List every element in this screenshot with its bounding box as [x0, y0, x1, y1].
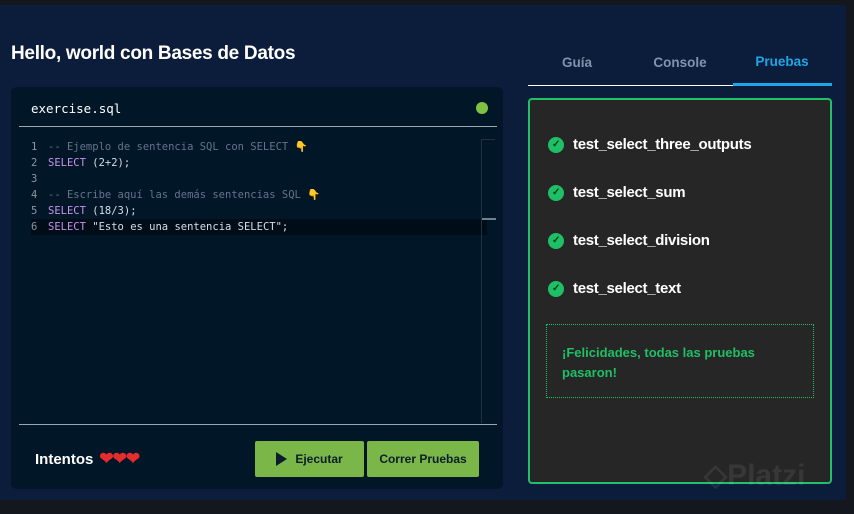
- test-name: test_select_division: [573, 232, 710, 249]
- platzi-watermark: ◇Platzi: [704, 459, 806, 492]
- line-number: 6: [31, 221, 38, 233]
- active-tab-indicator: [733, 83, 832, 86]
- code-token: SELECT: [48, 157, 86, 169]
- test-name: test_select_sum: [573, 184, 686, 201]
- code-line[interactable]: 4 -- Escribe aquí las demás sentencias SQ…: [31, 187, 487, 203]
- scrollbar[interactable]: [481, 139, 496, 423]
- divider: [19, 126, 497, 127]
- code-token: (2+2);: [85, 157, 131, 169]
- tab-console[interactable]: Console: [653, 55, 706, 70]
- status-dot: [476, 102, 488, 114]
- code-editor: exercise.sql 1 -- Ejemplo de sentencia SQ…: [11, 87, 503, 489]
- success-message: ¡Felicidades, todas las pruebas pasaron!: [546, 324, 814, 398]
- scrollbar-thumb[interactable]: [482, 218, 496, 220]
- code-token: (18/3);: [85, 205, 137, 217]
- page-title: Hello, world con Bases de Datos: [11, 43, 296, 64]
- tab-pruebas[interactable]: Pruebas: [755, 54, 808, 69]
- line-number: 3: [31, 173, 38, 185]
- run-tests-label: Correr Pruebas: [379, 452, 467, 466]
- code-area[interactable]: 1 -- Ejemplo de sentencia SQL con SELECT …: [31, 139, 487, 235]
- line-number: 1: [31, 141, 38, 153]
- code-line[interactable]: 3: [31, 171, 487, 187]
- code-token: -- Escribe aquí las demás sentencias SQL…: [48, 189, 321, 201]
- line-number: 4: [31, 189, 38, 201]
- check-circle-icon: ✓: [548, 280, 564, 297]
- code-line[interactable]: 5 SELECT (18/3);: [31, 203, 487, 219]
- run-tests-button[interactable]: Correr Pruebas: [367, 441, 479, 477]
- test-item: ✓ test_select_text: [548, 280, 681, 297]
- code-token: SELECT: [48, 221, 86, 233]
- test-item: ✓ test_select_sum: [548, 184, 686, 201]
- code-token: -- Ejemplo de sentencia SQL con SELECT 👇: [48, 141, 308, 153]
- code-line[interactable]: 2 SELECT (2+2);: [31, 155, 487, 171]
- test-item: ✓ test_select_three_outputs: [548, 136, 752, 153]
- line-number: 2: [31, 157, 38, 169]
- run-label: Ejecutar: [295, 452, 343, 466]
- play-icon: [276, 452, 288, 466]
- attempts-label: Intentos: [35, 450, 94, 468]
- attempts: Intentos ❤❤❤: [35, 449, 140, 469]
- line-number: 5: [31, 205, 38, 217]
- tab-guia[interactable]: Guía: [562, 55, 592, 70]
- divider: [19, 424, 497, 425]
- check-circle-icon: ✓: [548, 136, 564, 153]
- code-token: "Esto es una sentencia SELECT";: [85, 221, 289, 233]
- check-circle-icon: ✓: [548, 184, 564, 201]
- heart-icons: ❤❤❤: [99, 449, 140, 468]
- file-name: exercise.sql: [31, 101, 122, 116]
- code-line[interactable]: 6 SELECT "Esto es una sentencia SELECT";: [31, 219, 487, 235]
- test-name: test_select_three_outputs: [573, 136, 752, 153]
- tabs: Guía Console Pruebas: [528, 45, 832, 87]
- code-token: SELECT: [48, 205, 86, 217]
- tests-panel: ✓ test_select_three_outputs ✓ test_select_…: [528, 98, 832, 484]
- code-line[interactable]: 1 -- Ejemplo de sentencia SQL con SELECT …: [31, 139, 487, 155]
- tab-divider: [528, 85, 733, 86]
- check-circle-icon: ✓: [548, 232, 564, 249]
- test-item: ✓ test_select_division: [548, 232, 710, 249]
- test-name: test_select_text: [573, 280, 681, 297]
- run-button[interactable]: Ejecutar: [255, 441, 364, 477]
